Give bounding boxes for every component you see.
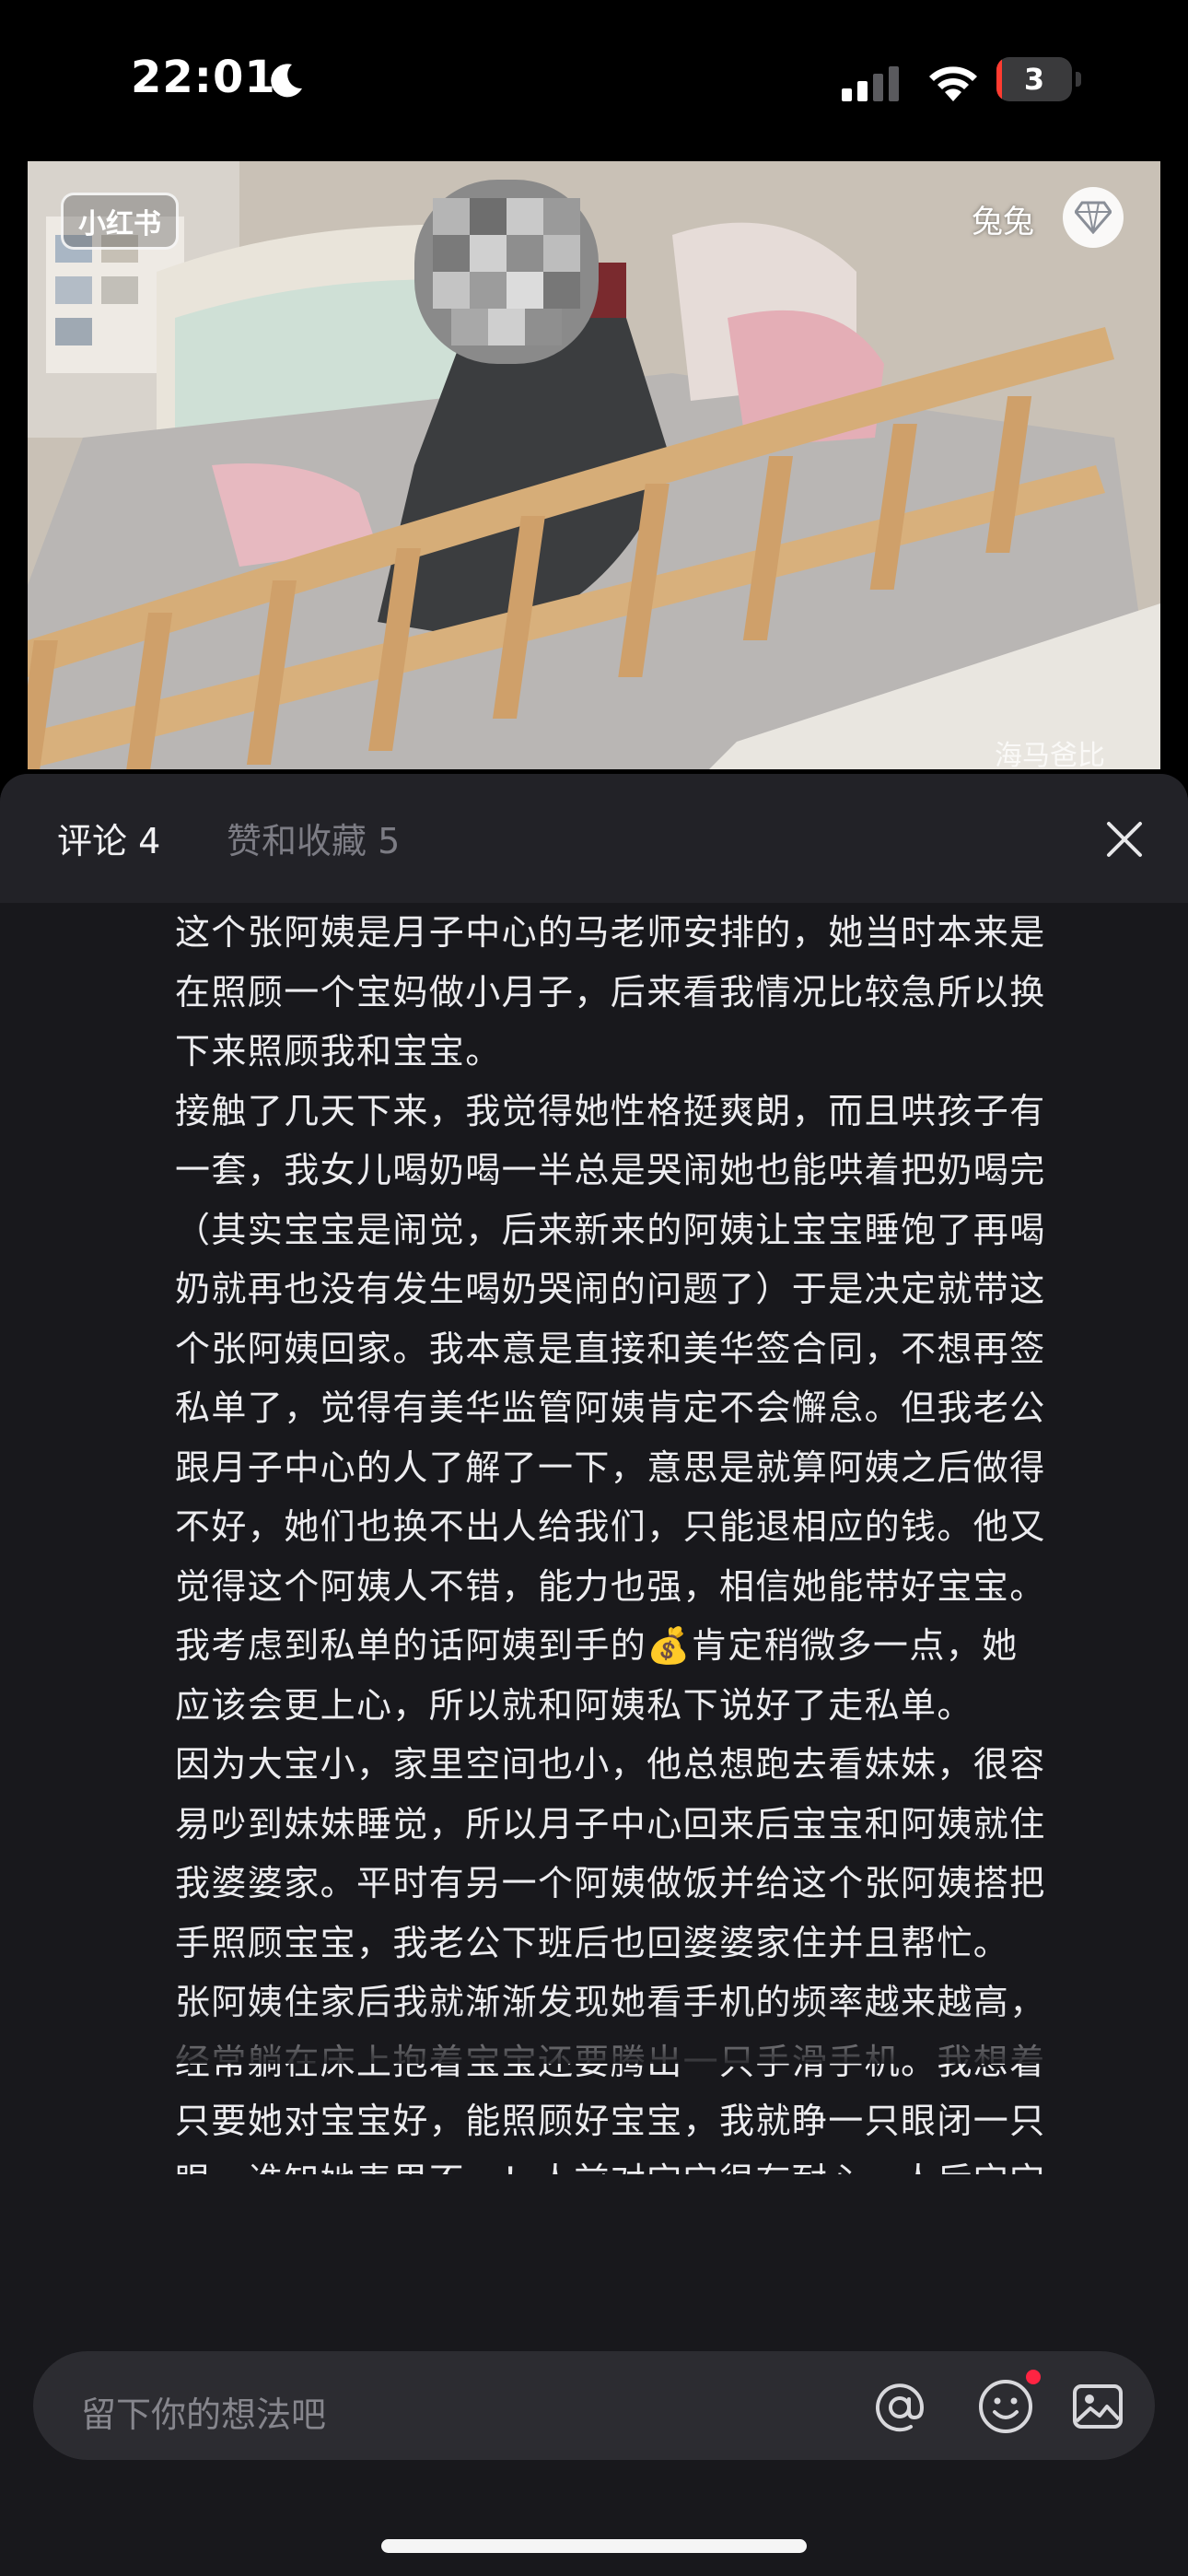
comment-input-placeholder[interactable]: 留下你的想法吧 xyxy=(81,2386,326,2437)
tab-comments[interactable]: 评论 4 xyxy=(57,813,160,863)
panel-header: 评论 4 赞和收藏 5 xyxy=(0,774,1188,903)
xiaohongshu-logo: 小红书 xyxy=(61,193,179,250)
moon-icon xyxy=(271,64,302,98)
cellular-signal-icon xyxy=(842,66,899,101)
at-icon[interactable] xyxy=(873,2381,926,2434)
diamond-icon xyxy=(1063,187,1124,248)
battery-level-text: 3 xyxy=(1023,62,1045,97)
notification-dot xyxy=(1026,2370,1041,2384)
close-icon[interactable] xyxy=(1096,811,1153,868)
home-indicator xyxy=(381,2539,807,2553)
scroll-fade xyxy=(0,2008,1188,2064)
comment-text: 这个张阿姨是月子中心的马老师安排的，她当时本来是 在照顾一个宝妈做小月子，后来看… xyxy=(175,912,1046,2174)
comment-body[interactable]: 这个张阿姨是月子中心的马老师安排的，她当时本来是 在照顾一个宝妈做小月子，后来看… xyxy=(175,903,1133,2174)
corner-watermark: 海马爸比 xyxy=(995,740,1105,769)
emoji-icon[interactable] xyxy=(976,2377,1035,2436)
comment-panel: 评论 4 赞和收藏 5 这个张阿姨是月子中心的马老师安排的，她当时本来是 在照顾… xyxy=(0,774,1188,2576)
battery-indicator: 3 xyxy=(996,57,1081,101)
media-scene xyxy=(28,161,1160,769)
tab-likes-and-collects[interactable]: 赞和收藏 5 xyxy=(227,813,400,863)
post-media[interactable]: 小红书 兔兔 海马爸比 xyxy=(28,161,1160,769)
wifi-icon xyxy=(929,66,977,101)
status-bar: 22:01 3 xyxy=(0,0,1188,161)
comment-input-bar[interactable]: 留下你的想法吧 xyxy=(33,2351,1155,2460)
image-icon[interactable] xyxy=(1070,2379,1125,2434)
author-name[interactable]: 兔兔 xyxy=(972,196,1034,241)
status-time: 22:01 xyxy=(131,52,276,103)
